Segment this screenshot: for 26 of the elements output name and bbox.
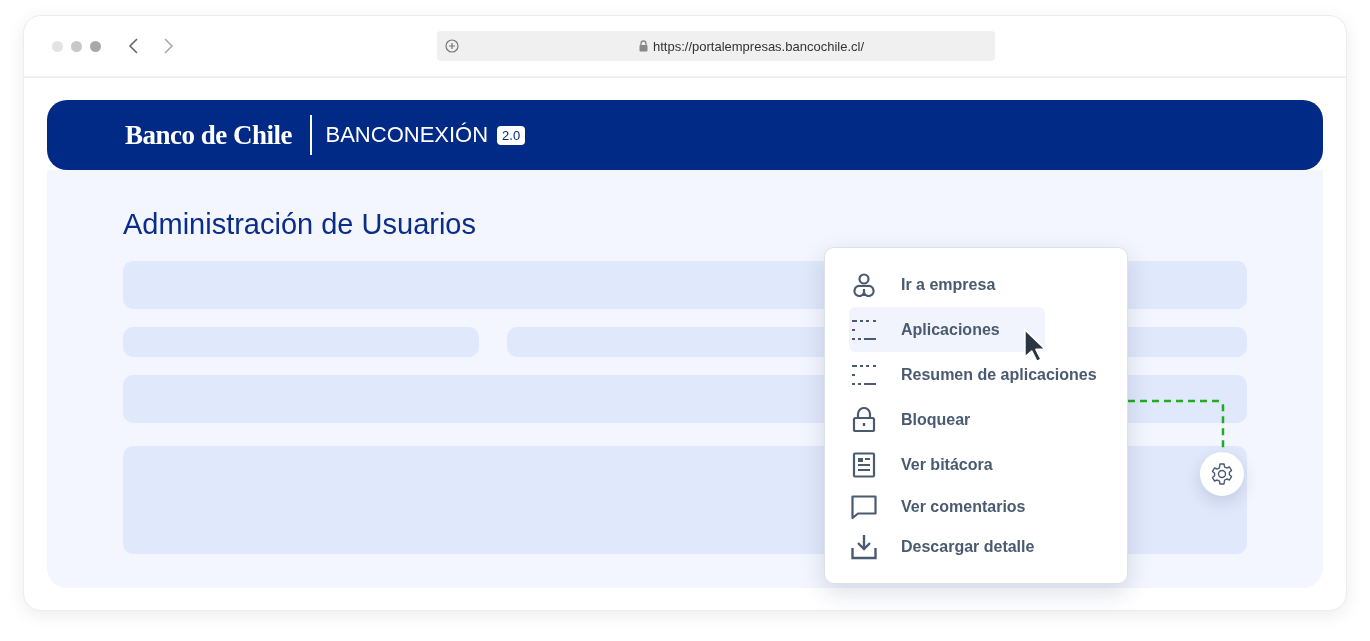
menu-item[interactable]: Ir a empresa [849, 262, 1045, 307]
url-text: https://portalempresas.bancochile.cl/ [653, 38, 864, 54]
lock-icon [639, 40, 648, 52]
menu-item[interactable]: Ver bitácora [849, 442, 1045, 487]
menu-item[interactable]: Resumen de aplicaciones [849, 352, 1097, 397]
window-control[interactable] [90, 40, 101, 52]
comment-icon [851, 494, 877, 520]
people-icon [851, 271, 877, 298]
download-icon [851, 534, 877, 560]
lock-icon [851, 406, 877, 433]
address-bar[interactable]: https://portalempresas.bancochile.cl/ [437, 31, 995, 61]
window-control[interactable] [71, 40, 82, 52]
version-badge: 2.0 [497, 125, 526, 145]
menu-item[interactable]: Descargar detalle [849, 527, 1045, 567]
window-control[interactable] [52, 40, 63, 52]
bank-logo: Banco de Chile [125, 119, 292, 151]
forward-icon[interactable] [161, 38, 175, 54]
page-title: Administración de Usuarios [123, 208, 477, 241]
back-icon[interactable] [127, 38, 141, 54]
settings-icon [1210, 462, 1234, 486]
menu-item[interactable]: Bloquear [849, 397, 1045, 442]
menu-item[interactable]: Aplicaciones [849, 307, 1045, 352]
document-icon [851, 451, 877, 478]
product-name: BANCONEXIÓN [325, 122, 489, 148]
plus-circle-icon [445, 39, 459, 53]
menu-item[interactable]: Ver comentarios [849, 487, 1045, 527]
